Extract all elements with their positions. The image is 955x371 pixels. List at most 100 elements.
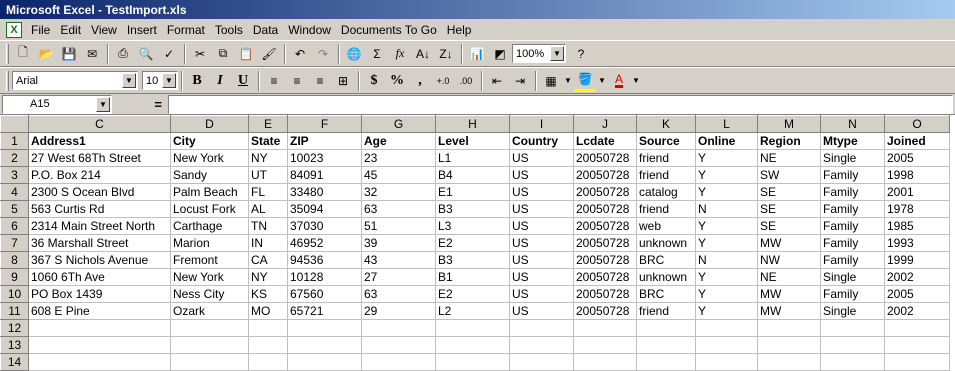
cell[interactable] bbox=[573, 319, 637, 337]
cell[interactable]: SE bbox=[757, 217, 821, 235]
cell[interactable]: Family bbox=[820, 200, 885, 218]
chevron-down-icon[interactable]: ▼ bbox=[563, 70, 573, 92]
cell[interactable] bbox=[573, 336, 637, 354]
hyperlink-icon[interactable]: 🌐 bbox=[343, 43, 365, 65]
zoom-select[interactable]: 100% ▼ bbox=[512, 44, 566, 63]
column-header-h[interactable]: H bbox=[435, 115, 510, 133]
toolbar-grip[interactable] bbox=[6, 70, 9, 91]
cell[interactable]: US bbox=[509, 302, 574, 320]
column-title-cell[interactable]: Mtype bbox=[820, 132, 885, 150]
row-header[interactable]: 2 bbox=[0, 149, 29, 167]
save-icon[interactable]: 💾 bbox=[58, 43, 80, 65]
column-header-c[interactable]: C bbox=[28, 115, 171, 133]
column-title-cell[interactable]: Online bbox=[695, 132, 758, 150]
align-left-icon[interactable]: ≡ bbox=[263, 70, 285, 92]
format-painter-icon[interactable]: 🖌 bbox=[258, 43, 280, 65]
decrease-decimal-icon[interactable]: .00 bbox=[455, 70, 477, 92]
cell[interactable]: 51 bbox=[361, 217, 436, 235]
chevron-down-icon[interactable]: ▼ bbox=[597, 70, 607, 92]
cell[interactable]: catalog bbox=[636, 183, 696, 201]
cell[interactable]: 35094 bbox=[287, 200, 362, 218]
cell[interactable] bbox=[170, 353, 249, 371]
menu-tools[interactable]: Tools bbox=[210, 23, 248, 37]
cell[interactable]: Y bbox=[695, 302, 758, 320]
merge-center-icon[interactable]: ⊞ bbox=[332, 70, 354, 92]
cell[interactable]: BRC bbox=[636, 251, 696, 269]
cell[interactable] bbox=[573, 353, 637, 371]
name-box[interactable]: A15 ▼ bbox=[2, 94, 112, 114]
cell[interactable] bbox=[820, 336, 885, 354]
cell[interactable]: Y bbox=[695, 217, 758, 235]
cell[interactable]: CA bbox=[248, 251, 288, 269]
cell[interactable]: SW bbox=[757, 166, 821, 184]
cell[interactable]: Sandy bbox=[170, 166, 249, 184]
cell[interactable]: 65721 bbox=[287, 302, 362, 320]
sort-descending-icon[interactable]: Z↓ bbox=[435, 43, 457, 65]
drawing-icon[interactable]: ◩ bbox=[489, 43, 511, 65]
column-title-cell[interactable]: Joined bbox=[884, 132, 950, 150]
cell[interactable] bbox=[28, 319, 171, 337]
italic-icon[interactable]: I bbox=[209, 70, 231, 92]
cell[interactable]: Single bbox=[820, 302, 885, 320]
cell[interactable]: Y bbox=[695, 285, 758, 303]
row-header[interactable]: 10 bbox=[0, 285, 29, 303]
cell[interactable]: US bbox=[509, 183, 574, 201]
column-header-e[interactable]: E bbox=[248, 115, 288, 133]
bold-icon[interactable]: B bbox=[186, 70, 208, 92]
cut-icon[interactable]: ✂ bbox=[189, 43, 211, 65]
cell[interactable]: US bbox=[509, 149, 574, 167]
cell[interactable]: 37030 bbox=[287, 217, 362, 235]
cell[interactable]: NY bbox=[248, 149, 288, 167]
cell[interactable]: 2001 bbox=[884, 183, 950, 201]
cell[interactable] bbox=[361, 353, 436, 371]
print-preview-icon[interactable]: 🔍 bbox=[135, 43, 157, 65]
cell[interactable]: L1 bbox=[435, 149, 510, 167]
cell[interactable]: 39 bbox=[361, 234, 436, 252]
row-header[interactable]: 3 bbox=[0, 166, 29, 184]
column-header-k[interactable]: K bbox=[636, 115, 696, 133]
cell[interactable]: BRC bbox=[636, 285, 696, 303]
cell[interactable]: 563 Curtis Rd bbox=[28, 200, 171, 218]
cell[interactable]: NW bbox=[757, 251, 821, 269]
cell[interactable]: N bbox=[695, 200, 758, 218]
cell[interactable]: 20050728 bbox=[573, 302, 637, 320]
cell[interactable]: 1998 bbox=[884, 166, 950, 184]
cell[interactable]: 20050728 bbox=[573, 251, 637, 269]
cell[interactable] bbox=[170, 319, 249, 337]
cell[interactable]: 23 bbox=[361, 149, 436, 167]
row-header[interactable]: 9 bbox=[0, 268, 29, 286]
underline-icon[interactable]: U bbox=[232, 70, 254, 92]
cell[interactable]: New York bbox=[170, 149, 249, 167]
cell[interactable]: IN bbox=[248, 234, 288, 252]
cell[interactable]: 1993 bbox=[884, 234, 950, 252]
cell[interactable]: friend bbox=[636, 200, 696, 218]
cell[interactable] bbox=[28, 336, 171, 354]
column-title-cell[interactable]: Region bbox=[757, 132, 821, 150]
cell[interactable]: B1 bbox=[435, 268, 510, 286]
column-header-o[interactable]: O bbox=[884, 115, 950, 133]
worksheet-grid[interactable]: CDEFGHIJKLMNO 1 Address1 City State ZIP Age Le… bbox=[0, 114, 955, 371]
cell[interactable]: 1985 bbox=[884, 217, 950, 235]
cell[interactable]: Family bbox=[820, 285, 885, 303]
currency-icon[interactable]: $ bbox=[363, 70, 385, 92]
cell[interactable]: 2005 bbox=[884, 285, 950, 303]
align-center-icon[interactable]: ≡ bbox=[286, 70, 308, 92]
cell[interactable]: 20050728 bbox=[573, 183, 637, 201]
sort-ascending-icon[interactable]: A↓ bbox=[412, 43, 434, 65]
cell[interactable]: 367 S Nichols Avenue bbox=[28, 251, 171, 269]
cell[interactable] bbox=[884, 319, 950, 337]
cell[interactable]: 2005 bbox=[884, 149, 950, 167]
cell[interactable] bbox=[435, 336, 510, 354]
column-header-f[interactable]: F bbox=[287, 115, 362, 133]
cell[interactable]: SE bbox=[757, 183, 821, 201]
cell[interactable]: Locust Fork bbox=[170, 200, 249, 218]
cell[interactable]: 63 bbox=[361, 285, 436, 303]
cell[interactable] bbox=[28, 353, 171, 371]
cell[interactable]: MW bbox=[757, 285, 821, 303]
cell[interactable] bbox=[509, 336, 574, 354]
cell[interactable]: Marion bbox=[170, 234, 249, 252]
cell[interactable]: 2300 S Ocean Blvd bbox=[28, 183, 171, 201]
row-header[interactable]: 1 bbox=[0, 132, 29, 150]
cell[interactable]: 2002 bbox=[884, 268, 950, 286]
cell[interactable]: UT bbox=[248, 166, 288, 184]
